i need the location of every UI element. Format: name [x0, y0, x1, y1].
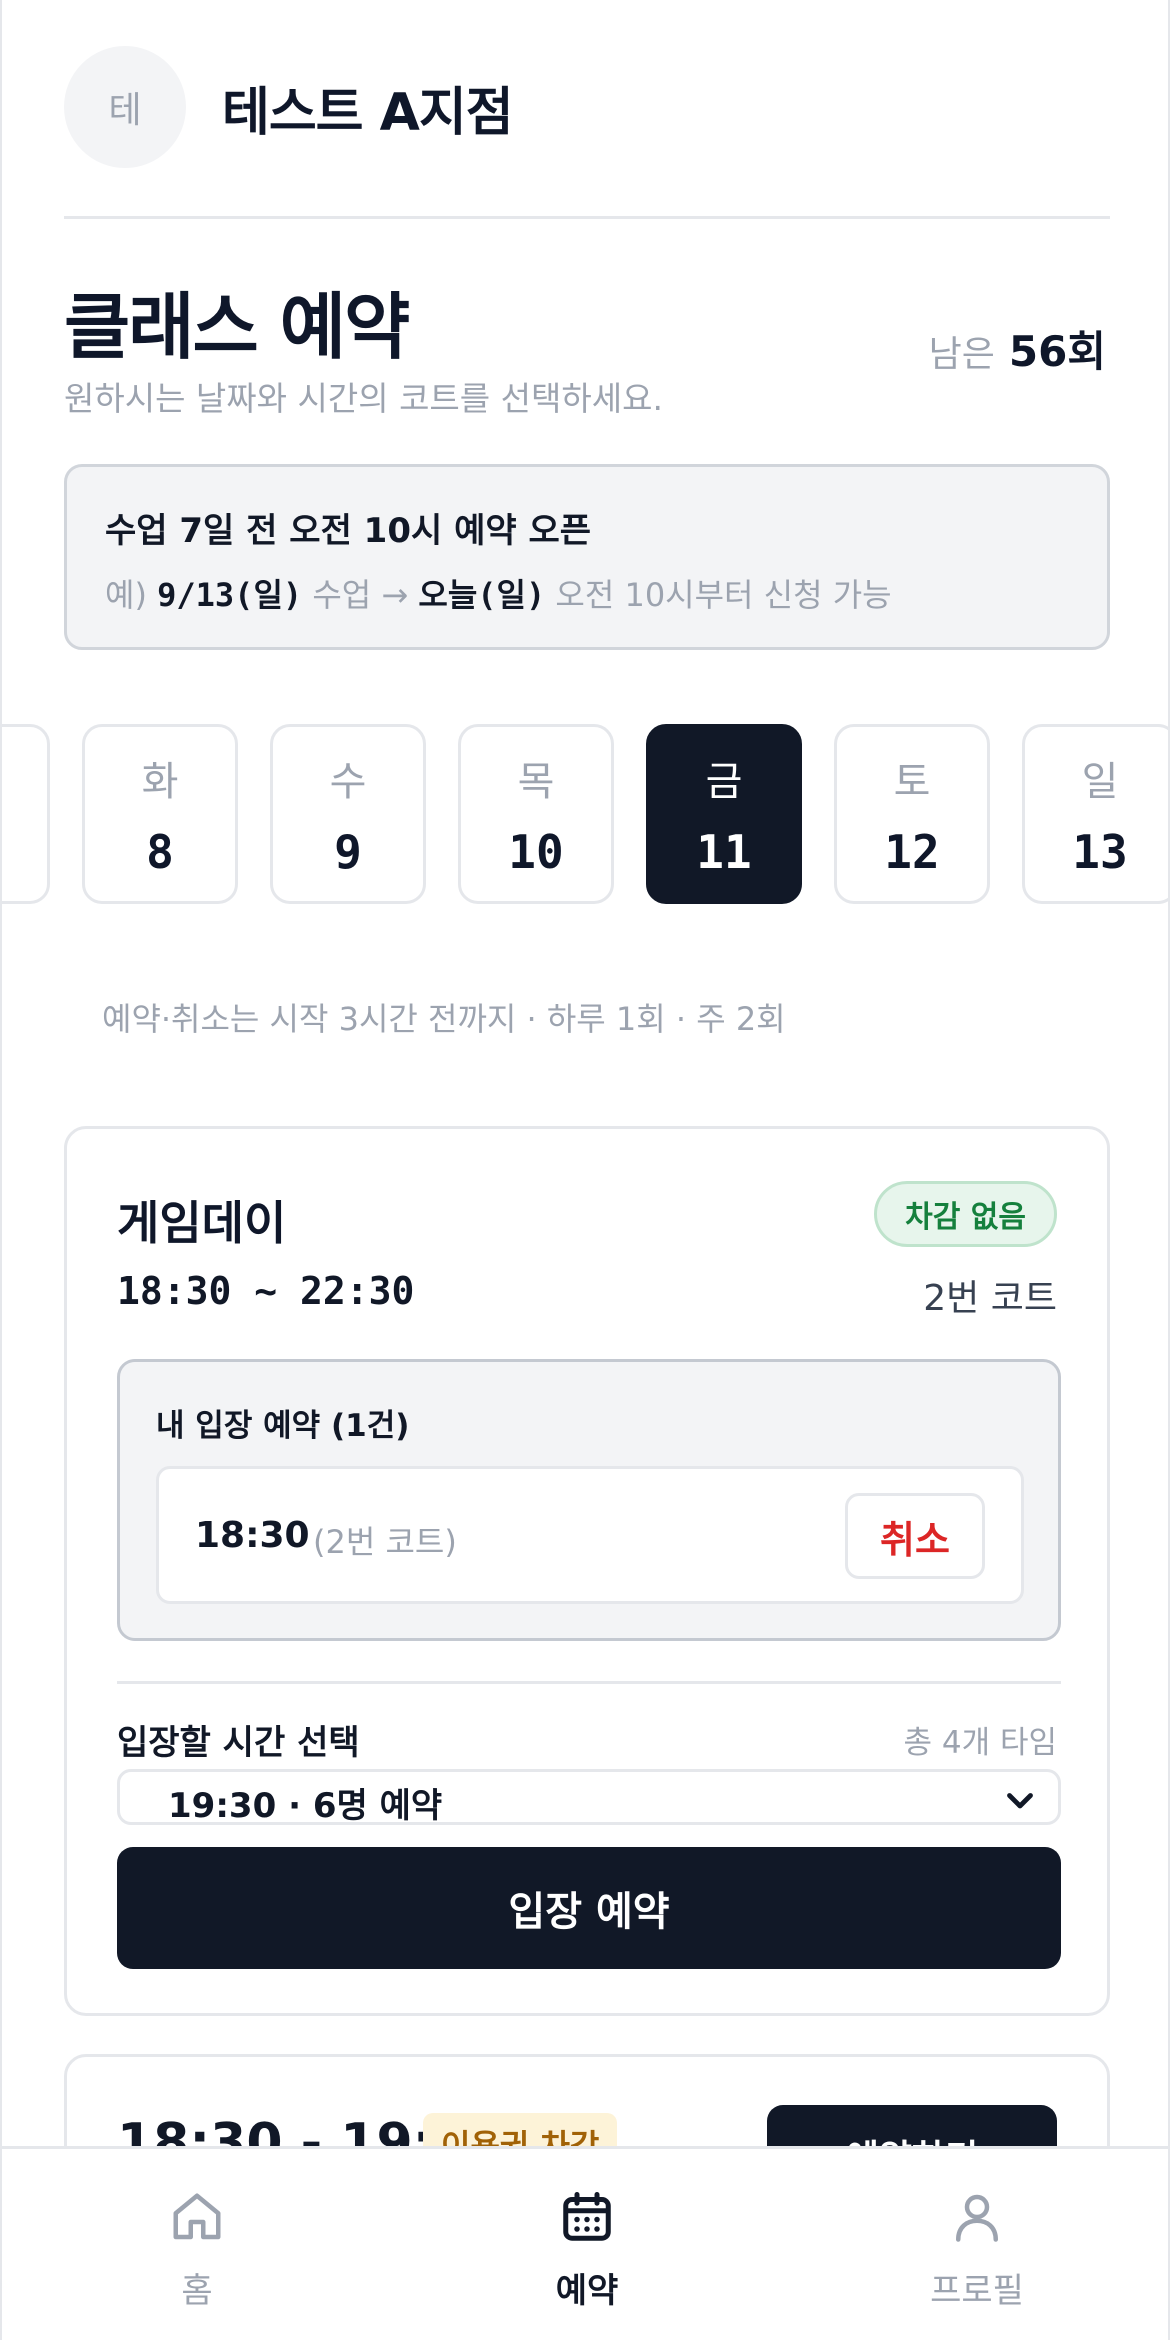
avatar-initial: 테 — [108, 90, 142, 131]
home-icon — [173, 2193, 221, 2240]
slot-count: 총 4개 타임 — [903, 1725, 1057, 1761]
date-weekday: 일 — [1081, 759, 1119, 805]
remaining-sessions: 남은 56회 — [929, 318, 1106, 379]
date-item[interactable]: 월 7 — [2, 724, 50, 904]
time-select-value: 19:30 · 6명 예약 — [168, 1786, 443, 1826]
time-select[interactable]: 19:30 · 6명 예약 — [117, 1769, 1061, 1826]
notice-example-date: 9/13(일) — [157, 576, 303, 614]
header: 테 테스트 A지점 — [64, 46, 514, 168]
booking-rules: 예약·취소는 시작 3시간 전까지 · 하루 1회 · 주 2회 — [102, 1000, 786, 1038]
branch-avatar[interactable]: 테 — [64, 46, 186, 168]
date-item[interactable]: 토 12 — [834, 724, 990, 904]
date-number: 9 — [334, 825, 362, 879]
date-number: 8 — [146, 825, 174, 879]
date-number: 10 — [508, 825, 564, 879]
notice-title: 수업 7일 전 오전 10시 예약 오픈 — [105, 511, 592, 551]
date-weekday: 화 — [141, 759, 179, 805]
branch-name: 테스트 A지점 — [222, 82, 514, 143]
date-weekday: 수 — [329, 759, 367, 805]
header-divider — [64, 216, 1110, 219]
time-select-label: 입장할 시간 선택 — [117, 1723, 360, 1763]
nav-home-label: 홈 — [181, 2271, 213, 2311]
card-divider — [117, 1681, 1061, 1684]
class-time: 18:30 ~ 22:30 — [117, 1269, 415, 1313]
page-title: 클래스 예약 — [64, 285, 410, 369]
notice-mid: 수업 → — [312, 576, 409, 614]
nav-home[interactable]: 홈 — [87, 2187, 307, 2312]
date-number: 13 — [1072, 825, 1128, 879]
date-weekday: 금 — [705, 759, 743, 805]
notice-example: 예) 9/13(일) 수업 → 오늘(일) 오전 10시부터 신청 가능 — [105, 570, 1069, 616]
date-weekday: 토 — [893, 759, 931, 805]
my-reservation-box: 내 입장 예약 (1건) 18:30 (2번 코트) 취소 — [117, 1359, 1061, 1641]
cancel-button[interactable]: 취소 — [845, 1493, 985, 1579]
date-item[interactable]: 화 8 — [82, 724, 238, 904]
booking-notice: 수업 7일 전 오전 10시 예약 오픈 예) 9/13(일) 수업 → 오늘(… — [64, 464, 1110, 650]
app-screen: 테 테스트 A지점 클래스 예약 원하시는 날짜와 시간의 코트를 선택하세요.… — [0, 0, 1170, 2340]
notice-prefix: 예) — [105, 576, 147, 614]
date-number: 12 — [884, 825, 940, 879]
nav-reservation-label: 예약 — [555, 2271, 619, 2311]
remaining-count: 56회 — [1008, 327, 1106, 376]
class-name: 게임데이 — [117, 1196, 287, 1250]
nav-profile[interactable]: 프로필 — [867, 2187, 1087, 2312]
page-subtitle: 원하시는 날짜와 시간의 코트를 선택하세요. — [64, 379, 663, 418]
nav-reservation[interactable]: 예약 — [477, 2187, 697, 2312]
date-item[interactable]: 목 10 — [458, 724, 614, 904]
date-weekday: 목 — [517, 759, 555, 805]
date-picker: 월 7 화 8 수 9 목 10 금 11 토 12 일 13 — [2, 724, 1168, 904]
notice-example-today: 오늘(일) — [418, 576, 546, 614]
nav-profile-label: 프로필 — [930, 2271, 1024, 2311]
enter-reservation-button[interactable]: 입장 예약 — [117, 1847, 1061, 1969]
date-item[interactable]: 일 13 — [1022, 724, 1168, 904]
date-number: 11 — [696, 825, 752, 879]
class-card: 게임데이 차감 없음 18:30 ~ 22:30 2번 코트 내 입장 예약 (… — [64, 1126, 1110, 2016]
date-item-selected[interactable]: 금 11 — [646, 724, 802, 904]
calendar-icon — [563, 2192, 611, 2241]
my-reservation-row: 18:30 (2번 코트) 취소 — [156, 1466, 1024, 1604]
notice-suffix: 오전 10시부터 신청 가능 — [555, 576, 892, 614]
reservation-court: (2번 코트) — [313, 1523, 457, 1561]
reservation-time: 18:30 — [195, 1515, 310, 1556]
chevron-down-icon — [1007, 1793, 1033, 1809]
my-reservation-title: 내 입장 예약 (1건) — [156, 1408, 410, 1444]
class-court: 2번 코트 — [923, 1278, 1057, 1319]
bottom-nav: 홈 예약 프로필 — [2, 2146, 1168, 2340]
user-icon — [956, 2194, 998, 2242]
remaining-label: 남은 — [928, 334, 995, 375]
date-item[interactable]: 수 9 — [270, 724, 426, 904]
status-badge: 차감 없음 — [874, 1181, 1057, 1247]
